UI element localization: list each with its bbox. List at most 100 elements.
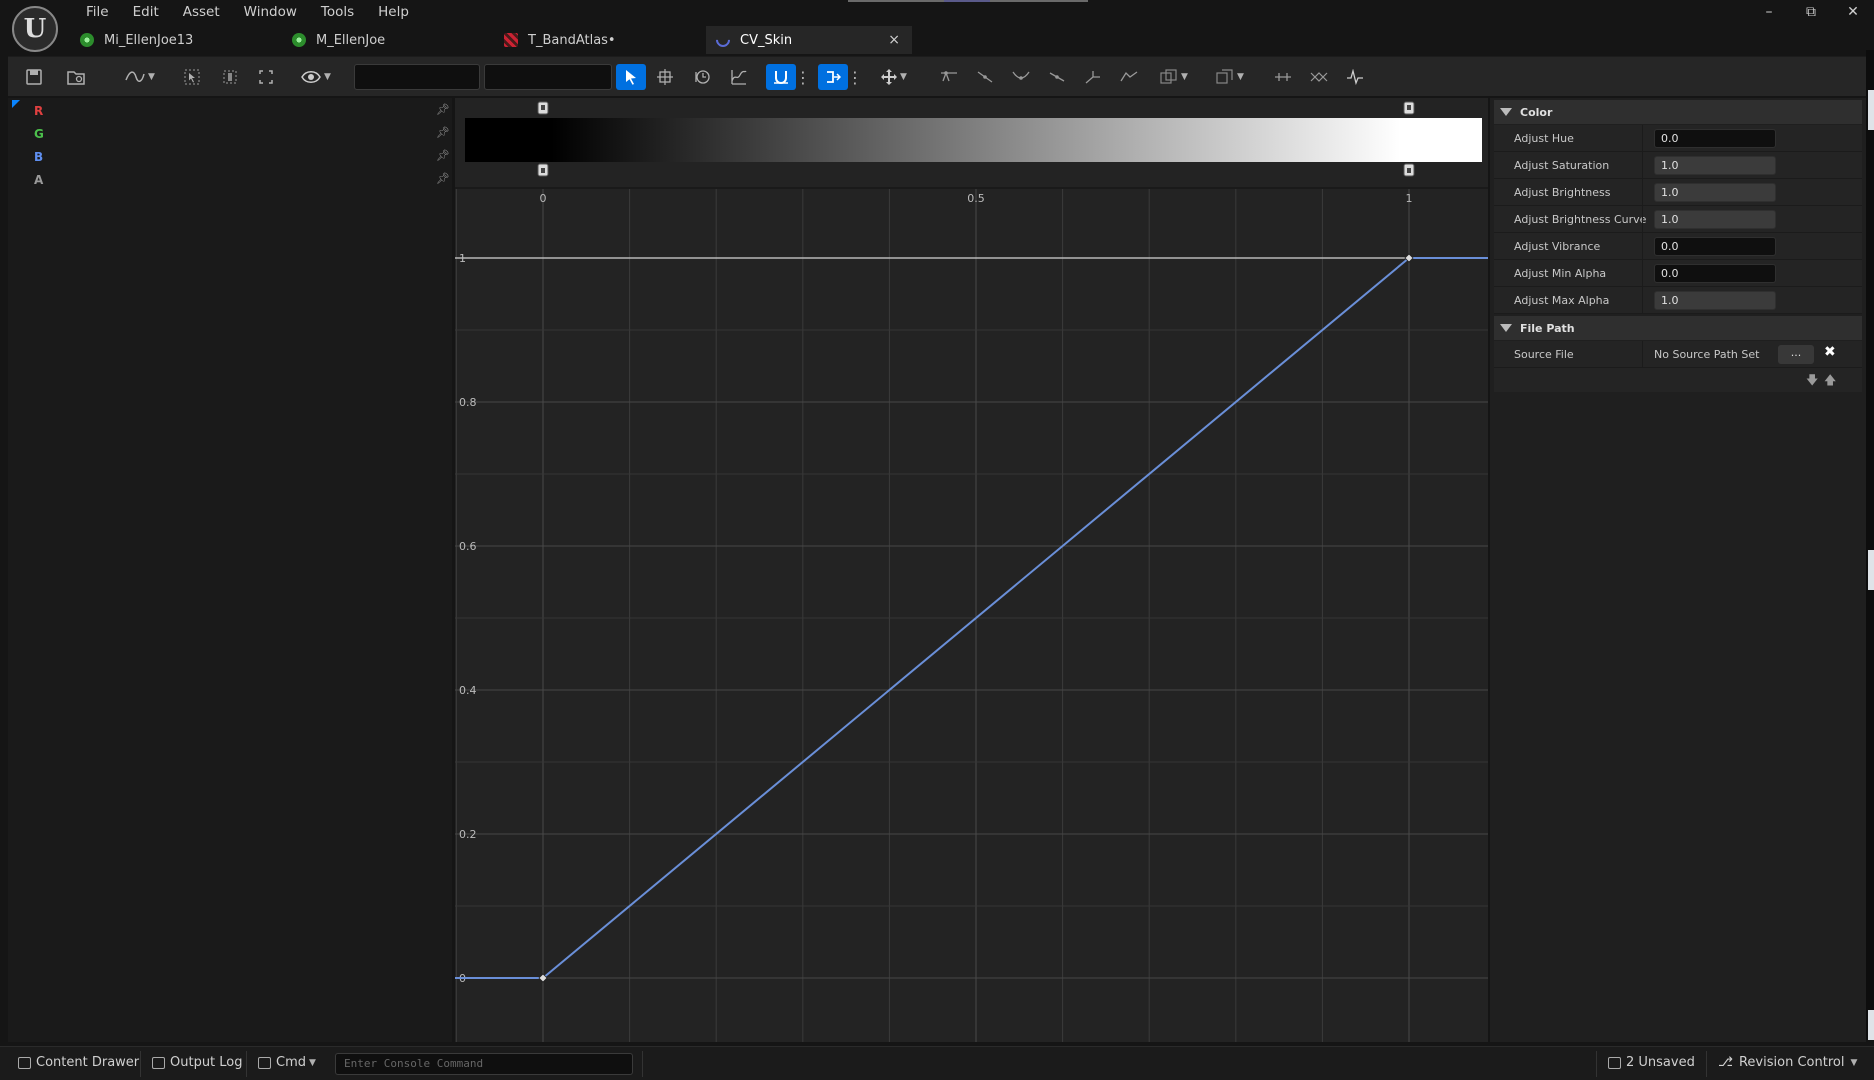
window-controls: – ⧉ ✕ bbox=[1748, 0, 1874, 24]
unreal-logo-icon[interactable]: U bbox=[12, 6, 58, 52]
prop-label: Adjust Brightness Curve bbox=[1514, 213, 1647, 226]
frame-all-icon[interactable] bbox=[254, 64, 278, 90]
unsaved-label: 2 Unsaved bbox=[1626, 1055, 1695, 1070]
close-window-button[interactable]: ✕ bbox=[1832, 0, 1874, 24]
frame-selection-icon[interactable] bbox=[218, 64, 242, 90]
pin-icon[interactable]: 📌︎ bbox=[436, 172, 450, 185]
break-tangents-icon[interactable] bbox=[1080, 64, 1106, 90]
prop-value-input[interactable]: 1.0 bbox=[1654, 210, 1776, 229]
clear-source-icon[interactable]: ✖ bbox=[1824, 344, 1840, 363]
title-bar: File Edit Asset Window Tools Help – ⧉ ✕ bbox=[0, 0, 1874, 26]
straighten-tangents-icon[interactable] bbox=[972, 64, 998, 90]
pin-icon[interactable]: 📌︎ bbox=[436, 103, 450, 116]
prop-value-input[interactable]: 0.0 bbox=[1654, 237, 1776, 256]
tab-mi-ellenjoe13[interactable]: Mi_EllenJoe13 bbox=[70, 26, 282, 54]
browse-source-button[interactable]: ... bbox=[1778, 345, 1814, 364]
chevron-down-icon: ▼ bbox=[1850, 1057, 1858, 1068]
user-tangents-icon[interactable] bbox=[1044, 64, 1070, 90]
minimize-button[interactable]: – bbox=[1748, 0, 1790, 24]
prop-value-input[interactable]: 1.0 bbox=[1654, 156, 1776, 175]
time-options-kebab-icon[interactable]: ⋮ bbox=[847, 64, 863, 90]
snap-options-kebab-icon[interactable]: ⋮ bbox=[795, 64, 811, 90]
menu-file[interactable]: File bbox=[74, 0, 121, 24]
save-icon[interactable] bbox=[22, 64, 46, 90]
curve-view-mode-icon[interactable]: ▼ bbox=[120, 64, 160, 90]
channel-r[interactable]: R bbox=[34, 104, 43, 118]
prop-adjust-brightness: Adjust Brightness 1.0 bbox=[1494, 179, 1862, 206]
move-axis-icon[interactable]: ▼ bbox=[874, 64, 914, 90]
section-color[interactable]: Color bbox=[1494, 100, 1862, 124]
collapse-arrow-icon[interactable] bbox=[1500, 108, 1512, 116]
transform-tool-icon[interactable] bbox=[652, 64, 678, 90]
channel-a[interactable]: A bbox=[34, 173, 43, 187]
console-command-input[interactable]: Enter Console Command bbox=[335, 1053, 633, 1075]
snap-time-icon[interactable] bbox=[818, 64, 848, 90]
menu-asset[interactable]: Asset bbox=[171, 0, 232, 24]
pin-icon[interactable]: 📌︎ bbox=[436, 149, 450, 162]
tab-close-icon[interactable]: × bbox=[888, 32, 900, 48]
unsaved-icon bbox=[1608, 1056, 1621, 1069]
unsaved-button[interactable]: 2 Unsaved bbox=[1608, 1055, 1695, 1070]
curve-graph[interactable]: 00.5110.80.60.40.20 bbox=[455, 98, 1488, 1042]
select-tool-icon[interactable] bbox=[616, 64, 646, 90]
menu-window[interactable]: Window bbox=[232, 0, 309, 24]
filter-curves-icon[interactable]: ▼ bbox=[1210, 64, 1250, 90]
output-log-button[interactable]: Output Log bbox=[152, 1055, 243, 1070]
tab-m-ellenjoe[interactable]: M_EllenJoe bbox=[282, 26, 494, 54]
browse-asset-icon[interactable] bbox=[64, 64, 88, 90]
normalize-icon[interactable] bbox=[1270, 64, 1296, 90]
revision-control-button[interactable]: ⎇ Revision Control ▼ bbox=[1718, 1055, 1857, 1070]
prop-label: Adjust Max Alpha bbox=[1514, 294, 1610, 307]
material-icon bbox=[292, 33, 306, 47]
curve-toolbar: ▼ ▼ ⋮ ⋮ ▼ ▼ ▼ bbox=[8, 56, 1866, 96]
chevron-down-icon: ▼ bbox=[309, 1057, 316, 1068]
select-all-icon[interactable] bbox=[180, 64, 204, 90]
curve-asset-icon bbox=[713, 30, 733, 50]
channel-g[interactable]: G bbox=[34, 127, 44, 141]
constant-interp-icon[interactable] bbox=[1116, 64, 1142, 90]
pin-icon[interactable]: 📌︎ bbox=[436, 126, 450, 139]
time-input[interactable] bbox=[354, 64, 480, 90]
prop-adjust-vibrance: Adjust Vibrance 0.0 bbox=[1494, 233, 1862, 260]
tab-t-bandatlas[interactable]: T_BandAtlas• bbox=[494, 26, 706, 54]
prop-value-input[interactable]: 0.0 bbox=[1654, 264, 1776, 283]
smooth-icon[interactable] bbox=[1306, 64, 1332, 90]
prop-value-input[interactable]: 1.0 bbox=[1654, 183, 1776, 202]
revision-control-label: Revision Control bbox=[1738, 1055, 1845, 1070]
prop-adjust-max-alpha: Adjust Max Alpha 1.0 bbox=[1494, 287, 1862, 314]
tween-icon[interactable] bbox=[1342, 64, 1368, 90]
auto-tangents-icon[interactable] bbox=[1008, 64, 1034, 90]
menu-tools[interactable]: Tools bbox=[309, 0, 366, 24]
restore-button[interactable]: ⧉ bbox=[1790, 0, 1832, 24]
title-accent bbox=[848, 0, 1088, 2]
details-panel: Color Adjust Hue 0.0 Adjust Saturation 1… bbox=[1490, 98, 1866, 1042]
arrow-up-icon[interactable]: 🡅 bbox=[1824, 371, 1836, 392]
channel-b[interactable]: B bbox=[34, 150, 43, 164]
status-bar: Content Drawer Output Log Cmd ▼ Enter Co… bbox=[0, 1046, 1874, 1080]
prop-value-input[interactable]: 1.0 bbox=[1654, 291, 1776, 310]
gradient-stop-handle-inner bbox=[541, 168, 545, 173]
flatten-tangents-icon[interactable] bbox=[936, 64, 962, 90]
cmd-icon bbox=[258, 1056, 271, 1069]
prop-adjust-brightness-curve: Adjust Brightness Curve 1.0 bbox=[1494, 206, 1862, 233]
curve-graph-canvas[interactable]: 00.5110.80.60.40.20 bbox=[455, 98, 1488, 1042]
tab-label: T_BandAtlas• bbox=[528, 32, 616, 48]
section-title: File Path bbox=[1520, 321, 1575, 335]
collapse-arrow-icon[interactable] bbox=[1500, 324, 1512, 332]
arrow-down-icon[interactable]: 🡇 bbox=[1806, 371, 1818, 392]
content-drawer-button[interactable]: Content Drawer bbox=[18, 1055, 139, 1070]
snap-value-icon[interactable] bbox=[766, 64, 796, 90]
value-input[interactable] bbox=[484, 64, 612, 90]
tab-cv-skin[interactable]: CV_Skin × bbox=[706, 26, 912, 54]
menu-edit[interactable]: Edit bbox=[121, 0, 171, 24]
visibility-eye-icon[interactable]: ▼ bbox=[296, 64, 336, 90]
gradient-stop-handle-inner bbox=[541, 105, 545, 110]
multi-scale-tool-icon[interactable] bbox=[726, 64, 752, 90]
retime-tool-icon[interactable] bbox=[690, 64, 716, 90]
section-file-path[interactable]: File Path bbox=[1494, 316, 1862, 340]
cmd-dropdown[interactable]: Cmd ▼ bbox=[258, 1055, 316, 1070]
section-title: Color bbox=[1520, 105, 1553, 119]
prop-value-input[interactable]: 0.0 bbox=[1654, 129, 1776, 148]
menu-help[interactable]: Help bbox=[366, 0, 421, 24]
linear-interp-icon[interactable]: ▼ bbox=[1154, 64, 1194, 90]
